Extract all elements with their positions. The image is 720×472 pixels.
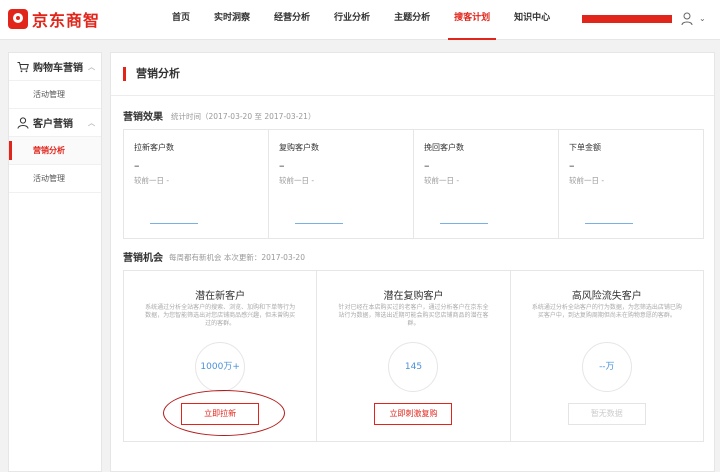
opportunity-card: 高风险流失客户 系统通过分析全站客户的行为数据，为您筛选出店铺已购买客户中，到达… (511, 271, 703, 441)
opportunity-desc: 系统通过分析全站客户的搜索、浏览、加购和下单等行为数据，为您智能筛选出对您店铺商… (145, 304, 296, 327)
opportunity-card: 潜在复购客户 针对已经在本店购买过的老客户，通过分析客户在京东全站行为数据，筛选… (317, 271, 511, 441)
sidebar-group-cart-marketing[interactable]: 购物车营销 ︿ (9, 53, 101, 81)
sidebar-group-label: 购物车营销 (33, 63, 83, 74)
kpi-sparkline (585, 223, 633, 224)
sidebar-item-marketing-analysis[interactable]: 营销分析 (9, 137, 101, 165)
main-panel: 营销分析 营销效果 统计时间（2017-03-20 至 2017-03-21） … (110, 52, 715, 472)
kpi-card: 拉新客户数 – 较前一日 - (124, 130, 269, 238)
sidebar: 购物车营销 ︿ 活动管理 客户营销 ︿ 营销分析 活动管理 (8, 52, 102, 472)
kpi-sparkline (440, 223, 488, 224)
section-subtitle-effect: 统计时间（2017-03-20 至 2017-03-21） (171, 112, 316, 121)
nav-item-topic[interactable]: 主题分析 (382, 0, 442, 40)
opportunity-desc: 系统通过分析全站客户的行为数据，为您筛选出店铺已购买客户中，到达复购周期但尚未在… (531, 304, 682, 319)
main-nav: 首页 实时洞察 经营分析 行业分析 主题分析 搜客计划 知识中心 (160, 0, 562, 40)
sidebar-item-cart-activity[interactable]: 活动管理 (9, 81, 101, 109)
kpi-compare: 较前一日 - (424, 176, 460, 185)
kpi-compare: 较前一日 - (134, 176, 170, 185)
no-data-button[interactable]: 暂无数据 (567, 403, 646, 425)
nav-item-search-plan[interactable]: 搜客计划 (442, 0, 502, 40)
opportunity-desc: 针对已经在本店购买过的老客户，通过分析客户在京东全站行为数据，筛选出近期可能会购… (338, 304, 489, 327)
nav-item-knowledge[interactable]: 知识中心 (502, 0, 562, 40)
kpi-compare: 较前一日 - (569, 176, 605, 185)
kpi-label: 复购客户数 (279, 143, 319, 152)
opportunity-count: 145 (388, 342, 439, 392)
kpi-label: 下单金额 (569, 143, 601, 152)
divider (111, 95, 714, 96)
opportunity-title: 潜在新客户 (195, 291, 246, 302)
kpi-grid: 拉新客户数 – 较前一日 - 复购客户数 – 较前一日 - 挽回客户数 – 较前… (123, 129, 704, 239)
user-icon (17, 116, 29, 129)
sidebar-group-label: 客户营销 (33, 119, 73, 130)
kpi-sparkline (295, 223, 343, 224)
kpi-card: 挽回客户数 – 较前一日 - (414, 130, 559, 238)
kpi-label: 拉新客户数 (134, 143, 174, 152)
kpi-value: – (569, 159, 575, 172)
user-icon[interactable] (681, 12, 693, 26)
opportunity-count: --万 (581, 342, 632, 392)
top-navbar: 京东商智 首页 实时洞察 经营分析 行业分析 主题分析 搜客计划 知识中心 ⌄ (0, 0, 720, 40)
page-title: 营销分析 (123, 67, 180, 81)
nav-item-industry[interactable]: 行业分析 (322, 0, 382, 40)
stimulate-repurchase-button[interactable]: 立即刺激复购 (374, 403, 453, 425)
logo-icon (8, 9, 28, 29)
nav-item-business[interactable]: 经营分析 (262, 0, 322, 40)
chevron-down-icon[interactable]: ⌄ (699, 14, 706, 23)
cart-icon (17, 61, 29, 72)
sidebar-group-customer-marketing[interactable]: 客户营销 ︿ (9, 109, 101, 137)
section-title-effect: 营销效果 (123, 112, 163, 123)
sidebar-item-customer-activity[interactable]: 活动管理 (9, 165, 101, 193)
collapse-icon[interactable]: ︿ (88, 118, 95, 128)
kpi-sparkline (150, 223, 198, 224)
section-subtitle-opportunity: 每周都有新机会 本次更新：2017-03-20 (169, 253, 305, 262)
kpi-card: 下单金额 – 较前一日 - (559, 130, 703, 238)
opportunity-count: 1000万+ (195, 342, 246, 392)
kpi-value: – (279, 159, 285, 172)
acquire-new-button[interactable]: 立即拉新 (181, 403, 260, 425)
nav-item-realtime[interactable]: 实时洞察 (202, 0, 262, 40)
kpi-label: 挽回客户数 (424, 143, 464, 152)
brand-logo[interactable]: 京东商智 (8, 8, 100, 30)
opportunity-grid: 潜在新客户 系统通过分析全站客户的搜索、浏览、加购和下单等行为数据，为您智能筛选… (123, 270, 704, 442)
nav-item-home[interactable]: 首页 (160, 0, 202, 40)
redacted-username (582, 15, 672, 23)
kpi-value: – (134, 159, 140, 172)
kpi-value: – (424, 159, 430, 172)
brand-name: 京东商智 (32, 11, 101, 30)
opportunity-title: 潜在复购客户 (383, 291, 444, 302)
opportunity-title: 高风险流失客户 (571, 291, 642, 302)
section-title-opportunity: 营销机会 (123, 253, 163, 264)
opportunity-card: 潜在新客户 系统通过分析全站客户的搜索、浏览、加购和下单等行为数据，为您智能筛选… (124, 271, 318, 441)
kpi-card: 复购客户数 – 较前一日 - (269, 130, 414, 238)
kpi-compare: 较前一日 - (279, 176, 315, 185)
collapse-icon[interactable]: ︿ (88, 62, 95, 72)
